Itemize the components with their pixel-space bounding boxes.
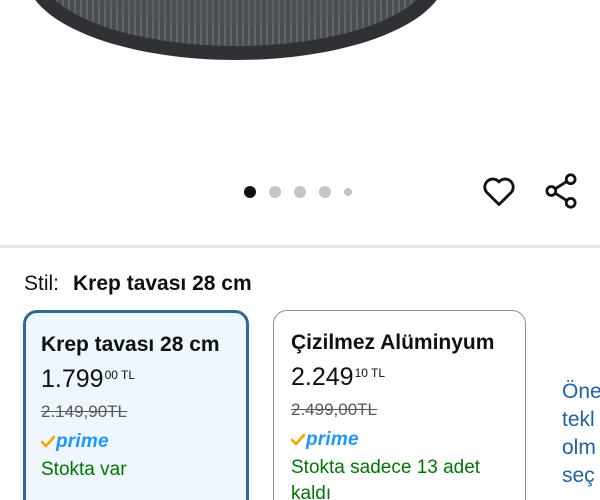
prime-badge: prime — [41, 431, 230, 453]
carousel-dot-3[interactable] — [294, 186, 306, 198]
product-image[interactable] — [0, 0, 600, 178]
heart-icon — [483, 177, 515, 206]
carousel-dot-5[interactable] — [344, 188, 352, 196]
option-title: Krep tavası 28 cm — [41, 333, 220, 356]
carousel-dot-4[interactable] — [319, 186, 331, 198]
stock-status: Stokta var — [41, 459, 127, 480]
style-option-card-selected[interactable]: Krep tavası 28 cm 1.799 00 TL 2.149,90TL… — [23, 310, 249, 500]
truncated-link-text[interactable]: Öne tekl olm seç — [562, 378, 600, 490]
style-selector: Stil: Krep tavası 28 cm — [24, 270, 252, 298]
stock-status: Stokta sadece 13 adet kaldı — [291, 457, 481, 500]
style-label: Stil: — [24, 272, 60, 295]
checkmark-icon — [291, 433, 305, 446]
price-fraction: 10 TL — [354, 366, 386, 380]
style-selected-value: Krep tavası 28 cm — [73, 272, 252, 295]
share-button[interactable] — [541, 171, 581, 211]
price-fraction: 00 TL — [104, 368, 136, 382]
carousel-dots[interactable] — [244, 184, 365, 200]
carousel-dot-2[interactable] — [269, 186, 281, 198]
frying-pan-image — [35, 0, 437, 60]
old-price: 2.499,00TL — [291, 400, 378, 419]
price-whole: 1.799 — [41, 365, 104, 393]
prime-badge: prime — [291, 429, 509, 451]
option-title: Çizilmez Alüminyum — [291, 331, 495, 354]
option-price: 2.249 10 TL — [291, 363, 509, 391]
side-text-line-2: tekl — [562, 408, 595, 431]
side-text-line-4: seç — [562, 464, 595, 487]
style-option-card[interactable]: Çizilmez Alüminyum 2.249 10 TL 2.499,00T… — [273, 310, 526, 500]
old-price: 2.149,90TL — [41, 402, 128, 421]
carousel-dot-1[interactable] — [244, 186, 256, 198]
share-icon — [545, 173, 577, 209]
option-price: 1.799 00 TL — [41, 365, 230, 393]
price-whole: 2.249 — [291, 363, 354, 391]
favorite-button[interactable] — [479, 171, 519, 211]
prime-label: prime — [306, 429, 359, 450]
section-divider — [0, 245, 600, 248]
prime-label: prime — [56, 431, 109, 452]
checkmark-icon — [41, 435, 55, 448]
side-text-line-3: olm — [562, 436, 596, 459]
side-text-line-1: Öne — [562, 380, 600, 403]
